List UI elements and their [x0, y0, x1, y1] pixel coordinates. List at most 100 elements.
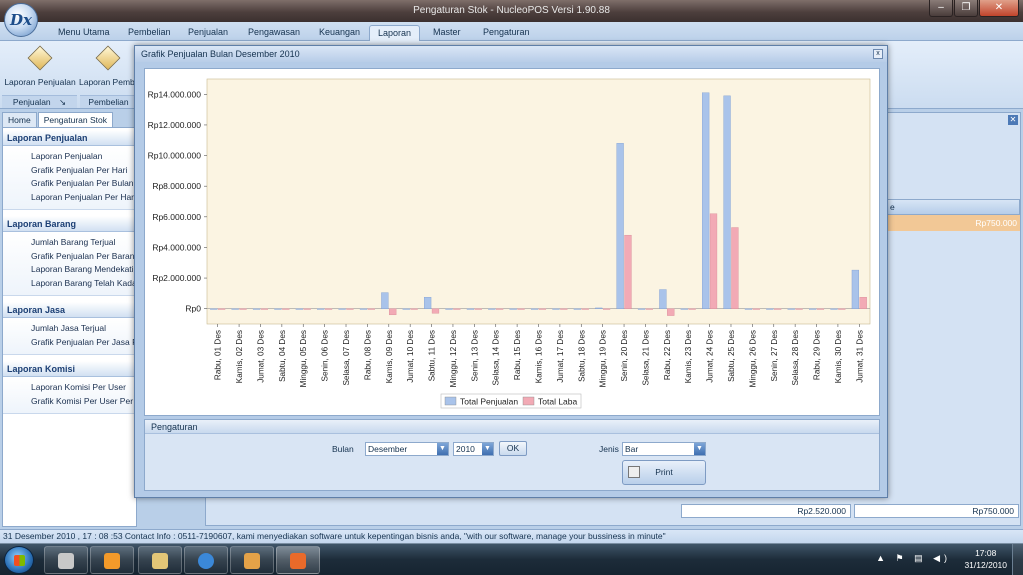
- chevron-down-icon: ▼: [482, 443, 493, 455]
- bar-total-penjualan: [381, 292, 389, 309]
- x-tick-label: Sabtu, 18 Des: [577, 330, 586, 382]
- bar-total-laba: [474, 308, 482, 310]
- bar-total-penjualan: [744, 308, 753, 310]
- nav-item[interactable]: Laporan Barang Mendekati K: [3, 263, 136, 277]
- tab-pembelian[interactable]: Pembelian: [120, 25, 179, 41]
- maximize-button[interactable]: ❐: [954, 0, 978, 17]
- bar-total-penjualan: [787, 308, 795, 310]
- dialog-title: Grafik Penjualan Bulan Desember 2010: [135, 46, 887, 62]
- bar-total-laba: [431, 308, 440, 314]
- bar-total-penjualan: [702, 92, 710, 309]
- taskbar-app-explorer[interactable]: [138, 546, 182, 574]
- jenis-label: Jenis: [599, 444, 619, 454]
- minimize-button[interactable]: –: [929, 0, 953, 17]
- nav-item[interactable]: Laporan Penjualan: [3, 150, 136, 164]
- bar-total-penjualan: [530, 308, 539, 310]
- report-icon: [95, 45, 121, 71]
- taskbar-app-browser[interactable]: [184, 546, 228, 574]
- bar-total-penjualan: [445, 308, 453, 310]
- x-tick-label: Rabu, 29 Des: [813, 330, 822, 380]
- tab-home[interactable]: Home: [2, 112, 37, 127]
- jenis-value: Bar: [625, 444, 639, 454]
- bar-total-penjualan: [659, 289, 667, 309]
- tab-penjualan[interactable]: Penjualan: [180, 25, 236, 41]
- taskbar-app-paint[interactable]: [44, 546, 88, 574]
- x-tick-label: Minggu, 19 Des: [599, 330, 608, 387]
- print-button[interactable]: Print: [622, 460, 706, 485]
- bar-total-laba: [645, 308, 653, 310]
- x-tick-label: Jumat, 17 Des: [556, 330, 565, 383]
- bar-total-penjualan: [808, 308, 817, 310]
- bar-total-penjualan: [231, 308, 239, 310]
- bar-total-laba: [282, 308, 290, 310]
- bar-total-laba: [709, 213, 718, 309]
- browser-icon: [198, 553, 214, 569]
- laporan-pembelian-button[interactable]: Laporan Pembelian: [79, 43, 137, 93]
- tab-pengaturan[interactable]: Pengaturan: [475, 25, 538, 41]
- close-panel-icon[interactable]: ✕: [1008, 115, 1018, 125]
- legend-swatch: [444, 396, 457, 406]
- grid-column-header[interactable]: e: [886, 199, 1020, 215]
- status-bar: 31 Desember 2010 , 17 : 08 :53 Contact I…: [0, 529, 1023, 543]
- bar-total-penjualan: [317, 308, 325, 310]
- bar-total-penjualan: [680, 308, 688, 310]
- bar-total-laba: [624, 234, 632, 309]
- section-laporan-jasa[interactable]: Laporan Jasa: [3, 302, 136, 318]
- section-laporan-komisi[interactable]: Laporan Komisi: [3, 361, 136, 377]
- nav-item[interactable]: Grafik Komisi Per User Per Ha: [3, 395, 136, 409]
- taskbar-app-media[interactable]: [90, 546, 134, 574]
- legend-label: Total Laba: [538, 397, 577, 407]
- start-button[interactable]: [4, 546, 34, 574]
- bulan-select[interactable]: Desember ▼: [365, 442, 449, 456]
- close-button[interactable]: ✕: [979, 0, 1019, 17]
- nav-item[interactable]: Laporan Komisi Per User: [3, 381, 136, 395]
- nav-item[interactable]: Grafik Penjualan Per Hari: [3, 164, 136, 178]
- section-laporan-barang[interactable]: Laporan Barang: [3, 216, 136, 232]
- system-clock[interactable]: 17:08 31/12/2010: [964, 547, 1007, 571]
- tahun-select[interactable]: 2010 ▼: [453, 442, 494, 456]
- nav-item[interactable]: Laporan Penjualan Per Hari: [3, 191, 136, 205]
- x-tick-label: Rabu, 01 Des: [214, 330, 223, 380]
- nav-item[interactable]: Grafik Penjualan Per Jasa Per: [3, 336, 136, 350]
- section-laporan-penjualan[interactable]: Laporan Penjualan: [3, 130, 136, 146]
- nav-item[interactable]: Laporan Barang Telah Kadalu: [3, 277, 136, 291]
- dialog-close-button[interactable]: x: [873, 49, 883, 59]
- nav-item[interactable]: Grafik Penjualan Per Barang: [3, 250, 136, 264]
- show-desktop-button[interactable]: [1012, 544, 1023, 575]
- nav-item[interactable]: Jumlah Barang Terjual: [3, 236, 136, 250]
- grid-selected-row[interactable]: Rp750.000: [886, 215, 1020, 231]
- bar-total-laba: [774, 308, 782, 310]
- nav-item[interactable]: Jumlah Jasa Terjual: [3, 322, 136, 336]
- jenis-select[interactable]: Bar ▼: [622, 442, 706, 456]
- bar-total-laba: [260, 308, 269, 310]
- taskbar-app-nucleopos[interactable]: [276, 546, 320, 574]
- tab-pengaturan-stok[interactable]: Pengaturan Stok: [37, 112, 114, 127]
- folder-icon: [152, 553, 168, 569]
- tab-keuangan[interactable]: Keuangan: [311, 25, 368, 41]
- tab-laporan[interactable]: Laporan: [369, 25, 421, 41]
- x-tick-label: Senin, 13 Des: [470, 330, 479, 381]
- bar-total-penjualan: [509, 308, 517, 310]
- dialog-launcher-icon[interactable]: ↘: [59, 97, 66, 107]
- bar-total-penjualan: [552, 308, 560, 310]
- app-menu-orb[interactable]: Dx: [4, 3, 38, 37]
- x-tick-label: Minggu, 26 Des: [748, 330, 757, 387]
- nav-item[interactable]: Grafik Penjualan Per Bulan: [3, 177, 136, 191]
- x-tick-label: Rabu, 08 Des: [363, 330, 372, 380]
- group-penjualan: Penjualan ↘: [2, 95, 77, 108]
- bar-total-laba: [731, 227, 739, 309]
- tab-pengawasan[interactable]: Pengawasan: [240, 25, 308, 41]
- plot-area: [206, 78, 871, 325]
- x-tick-label: Kamis, 23 Des: [684, 330, 693, 383]
- x-tick-label: Senin, 27 Des: [770, 330, 779, 381]
- system-tray[interactable]: ▲ ⚑ ▤ ◀): [876, 553, 951, 564]
- tab-master[interactable]: Master: [425, 25, 469, 41]
- laporan-penjualan-button[interactable]: Laporan Penjualan: [2, 43, 78, 93]
- media-player-icon: [104, 553, 120, 569]
- tab-menu-utama[interactable]: Menu Utama: [50, 25, 118, 41]
- paint-icon: [58, 553, 74, 569]
- ok-button[interactable]: OK: [499, 441, 527, 456]
- bar-total-laba: [581, 308, 589, 310]
- taskbar-app-misc[interactable]: [230, 546, 274, 574]
- bar-total-laba: [752, 308, 760, 310]
